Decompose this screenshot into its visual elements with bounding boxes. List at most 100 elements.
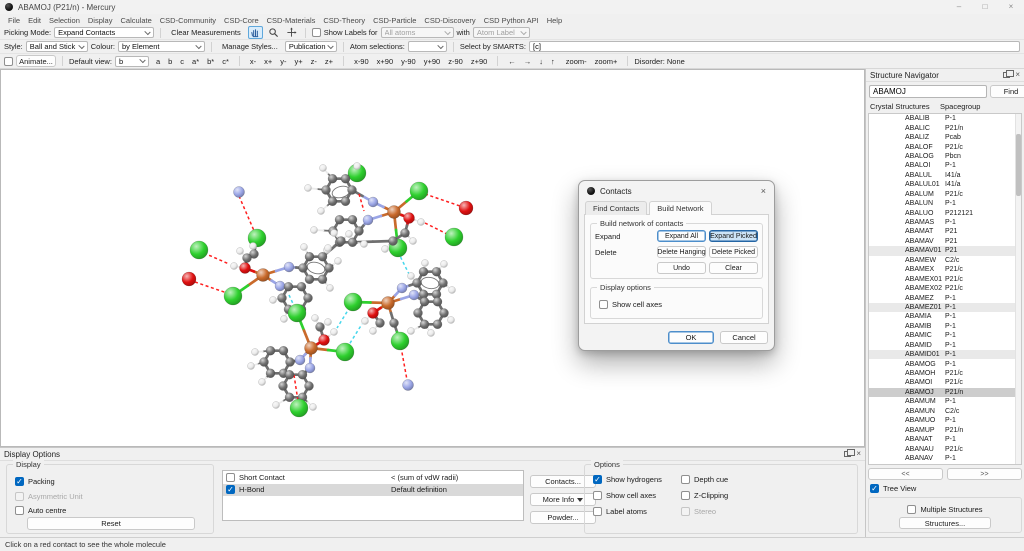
label-type-select[interactable]: Atom Label (473, 27, 530, 38)
style-select[interactable]: Ball and Stick (26, 41, 88, 52)
contact-type-row-short-contact[interactable]: Short Contact< (sum of vdW radii) (223, 471, 523, 484)
arrow-button-item[interactable]: ↑ (547, 56, 559, 67)
previous-page-button[interactable]: << (868, 468, 943, 480)
option-show-cell-axes[interactable]: Show cell axes (593, 491, 662, 500)
expand-all-button[interactable]: Expand All (657, 230, 706, 242)
delete-hanging-button[interactable]: Delete Hanging (657, 246, 706, 258)
structure-row-abalog[interactable]: ABALOGPbcn (869, 152, 1021, 161)
contact-type-row-h-bond[interactable]: H-BondDefault definition (223, 484, 523, 497)
structure-list[interactable]: ABALIBP-1ABALICP21/nABALIZPcabABALOFP21/… (868, 113, 1022, 465)
menu-csd-python-api[interactable]: CSD Python API (480, 16, 543, 25)
multiple-structures-checkbox[interactable] (907, 505, 916, 514)
axis-button-a[interactable]: a* (188, 56, 203, 67)
option-z-clipping[interactable]: Z-Clipping (681, 491, 728, 500)
rotate-button-y-90[interactable]: y+90 (420, 56, 444, 67)
structure-row-abamez01[interactable]: ABAMEZ01P-1 (869, 303, 1021, 312)
tab-find-contacts[interactable]: Find Contacts (585, 201, 647, 215)
structure-row-abamid01[interactable]: ABAMID01P-1 (869, 350, 1021, 359)
menu-csd-community[interactable]: CSD-Community (156, 16, 220, 25)
atom-selections-select[interactable] (408, 41, 447, 52)
checkbox-label-atoms[interactable] (593, 507, 602, 516)
step-button-z[interactable]: z- (307, 56, 321, 67)
animate-button[interactable]: Animate... (16, 55, 56, 67)
manage-styles-button[interactable]: Manage Styles... (218, 41, 282, 52)
clear-measurements-button[interactable]: Clear Measurements (167, 27, 245, 38)
close-button[interactable]: × (998, 0, 1024, 14)
structures-button[interactable]: Structures... (899, 517, 991, 529)
structure-row-abamew[interactable]: ABAMEWC2/c (869, 256, 1021, 265)
structure-row-abamoh[interactable]: ABAMOHP21/c (869, 369, 1021, 378)
menu-csd-discovery[interactable]: CSD-Discovery (420, 16, 479, 25)
menu-csd-particle[interactable]: CSD-Particle (369, 16, 420, 25)
structure-row-abamex02[interactable]: ABAMEX02P21/c (869, 284, 1021, 293)
checkbox-z-clipping[interactable] (681, 491, 690, 500)
structure-row-abalib[interactable]: ABALIBP-1 (869, 114, 1021, 123)
minimize-button[interactable]: – (946, 0, 972, 14)
option-depth-cue[interactable]: Depth cue (681, 475, 728, 484)
tab-build-network[interactable]: Build Network (649, 201, 711, 215)
menu-display[interactable]: Display (84, 16, 117, 25)
menu-file[interactable]: File (4, 16, 24, 25)
float-panel-icon[interactable] (1003, 72, 1010, 78)
cancel-button[interactable]: Cancel (720, 331, 768, 344)
arrow-button-item[interactable]: ↓ (535, 56, 547, 67)
menu-help[interactable]: Help (543, 16, 566, 25)
option-show-hydrogens[interactable]: Show hydrogens (593, 475, 662, 484)
tree-view-checkbox[interactable] (870, 484, 879, 493)
step-button-x[interactable]: x- (246, 56, 260, 67)
structure-row-abanau[interactable]: ABANAUP21/c (869, 444, 1021, 453)
structure-row-abaloi[interactable]: ABALOIP-1 (869, 161, 1021, 170)
expand-picked-button[interactable]: Expand Picked (709, 230, 758, 242)
tree-view-option[interactable]: Tree View (870, 484, 1020, 493)
show-labels-checkbox[interactable] (312, 28, 321, 37)
rotate-button-z-90[interactable]: z+90 (467, 56, 491, 67)
structure-row-abalic[interactable]: ABALICP21/n (869, 123, 1021, 132)
structure-row-abamib[interactable]: ABAMIBP-1 (869, 322, 1021, 331)
dialog-close-icon[interactable]: × (761, 186, 766, 196)
colour-select[interactable]: by Element (118, 41, 205, 52)
auto-centre-checkbox[interactable] (15, 506, 24, 515)
structure-row-abamas[interactable]: ABAMASP-1 (869, 218, 1021, 227)
structure-row-abaliz[interactable]: ABALIZPcab (869, 133, 1021, 142)
default-view-select[interactable]: b (115, 56, 149, 67)
axis-button-b[interactable]: b (164, 56, 176, 67)
clear-button[interactable]: Clear (709, 262, 758, 274)
structure-row-abamav01[interactable]: ABAMAV01P21 (869, 246, 1021, 255)
reset-button[interactable]: Reset (27, 517, 195, 530)
arrow-button-item[interactable]: ← (504, 56, 520, 67)
rotate-button-z-90[interactable]: z-90 (444, 56, 467, 67)
structure-row-abamia[interactable]: ABAMIAP-1 (869, 312, 1021, 321)
structure-row-abalof[interactable]: ABALOFP21/c (869, 142, 1021, 151)
menu-edit[interactable]: Edit (24, 16, 45, 25)
smarts-input[interactable] (529, 41, 1020, 52)
maximize-button[interactable]: □ (972, 0, 998, 14)
publication-select[interactable]: Publication (285, 41, 337, 52)
arrow-button-item[interactable]: → (520, 56, 536, 67)
packing-option[interactable]: Packing (15, 477, 55, 486)
picking-mode-select[interactable]: Expand Contacts (54, 27, 154, 38)
structure-row-abamuo[interactable]: ABAMUOP-1 (869, 416, 1021, 425)
axis-button-a[interactable]: a (152, 56, 164, 67)
packing-checkbox[interactable] (15, 477, 24, 486)
structure-row-abamez[interactable]: ABAMEZP-1 (869, 293, 1021, 302)
structure-row-abamoi[interactable]: ABAMOIP21/c (869, 378, 1021, 387)
menu-calculate[interactable]: Calculate (116, 16, 155, 25)
delete-picked-button[interactable]: Delete Picked (709, 246, 758, 258)
zoom-button-zoom[interactable]: zoom- (562, 56, 591, 67)
close-panel-icon[interactable]: × (1015, 71, 1020, 79)
step-button-y[interactable]: y- (276, 56, 290, 67)
checkbox-show-hydrogens[interactable] (593, 475, 602, 484)
structure-row-abanat[interactable]: ABANATP-1 (869, 435, 1021, 444)
translate-icon[interactable] (284, 26, 299, 39)
structure-row-abanav[interactable]: ABANAVP-1 (869, 454, 1021, 463)
menu-csd-materials[interactable]: CSD-Materials (263, 16, 320, 25)
undo-button[interactable]: Undo (657, 262, 706, 274)
checkbox-h-bond[interactable] (226, 485, 235, 494)
auto-centre-option[interactable]: Auto centre (15, 506, 66, 515)
next-page-button[interactable]: >> (947, 468, 1022, 480)
float-panel-icon[interactable] (844, 451, 851, 457)
contacts-dialog-titlebar[interactable]: Contacts × (579, 181, 774, 201)
structure-row-abalun[interactable]: ABALUNP-1 (869, 199, 1021, 208)
structure-row-abamex[interactable]: ABAMEXP21/c (869, 265, 1021, 274)
axis-button-c[interactable]: c* (218, 56, 233, 67)
